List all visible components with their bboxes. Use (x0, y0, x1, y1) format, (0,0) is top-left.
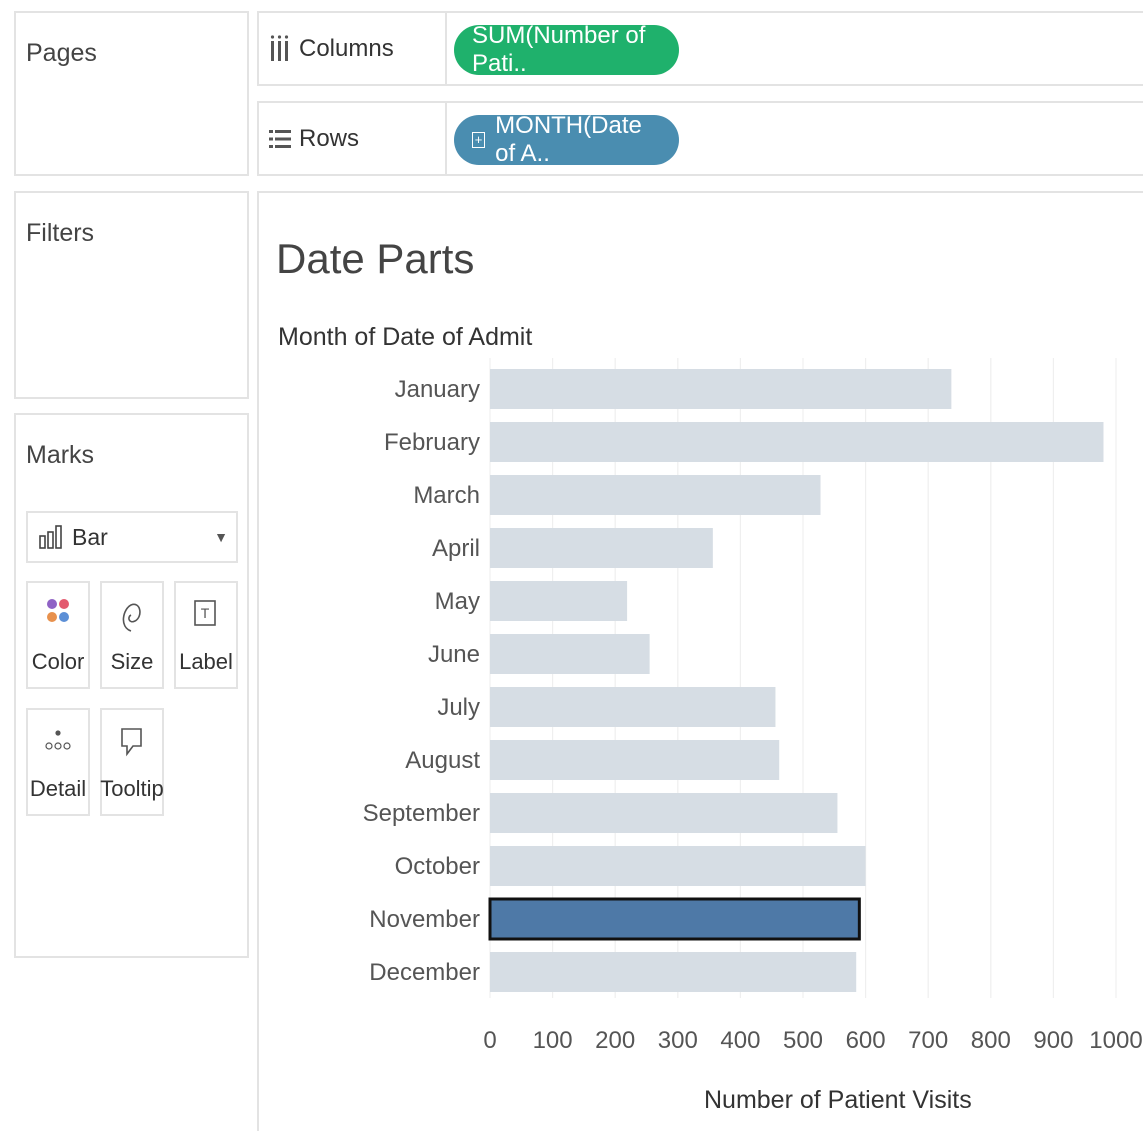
filters-title: Filters (26, 219, 95, 247)
mark-type-label: Bar (72, 523, 108, 550)
size-button[interactable]: Size (100, 581, 164, 689)
bar-april[interactable] (490, 528, 713, 568)
bar-march[interactable] (490, 475, 821, 515)
x-tick-label: 700 (908, 1027, 948, 1054)
bar-september[interactable] (490, 793, 838, 833)
text-label-icon: T (194, 600, 216, 626)
tooltip-button[interactable]: Tooltip (100, 708, 164, 816)
mark-type-dropdown[interactable]: Bar ▼ (26, 511, 238, 563)
category-label-november[interactable]: November (369, 906, 480, 933)
svg-text:T: T (201, 605, 210, 621)
columns-shelf[interactable]: Columns SUM(Number of Pati.. (257, 11, 1143, 86)
category-label-june[interactable]: June (428, 641, 480, 668)
detail-button[interactable]: Detail (26, 708, 90, 816)
category-label-february[interactable]: February (384, 429, 480, 456)
bar-december[interactable] (490, 952, 857, 992)
category-label-august[interactable]: August (405, 747, 480, 774)
bar-february[interactable] (490, 422, 1104, 462)
rows-pill[interactable]: + MONTH(Date of A.. (454, 112, 679, 167)
x-tick-label: 600 (846, 1027, 886, 1054)
tooltip-icon (121, 728, 142, 757)
x-tick-label: 200 (595, 1027, 635, 1054)
bar-october[interactable] (490, 846, 866, 886)
size-label: Size (110, 649, 154, 674)
marks-card: Marks Bar ▼ Color Size T Label Detail To… (14, 413, 249, 958)
rows-shelf-label: Rows (259, 103, 447, 174)
filters-card[interactable]: Filters (14, 191, 249, 399)
bar-november[interactable] (488, 897, 861, 941)
category-label-july[interactable]: July (437, 694, 480, 721)
color-button[interactable]: Color (26, 581, 90, 689)
pages-title: Pages (26, 39, 97, 67)
bar-january[interactable] (490, 369, 952, 409)
detail-label: Detail (29, 776, 87, 801)
bar-chart-icon (39, 525, 62, 549)
pages-card: Pages (14, 11, 249, 176)
category-label-april[interactable]: April (432, 535, 480, 562)
x-tick-label: 300 (658, 1027, 698, 1054)
detail-dots-icon (45, 730, 71, 750)
tooltip-label: Tooltip (100, 776, 164, 801)
category-label-december[interactable]: December (369, 959, 480, 986)
bar-august[interactable] (490, 740, 780, 780)
columns-shelf-label: Columns (259, 13, 447, 84)
rows-icon (269, 129, 291, 148)
expand-plus-icon[interactable]: + (472, 132, 486, 148)
x-tick-label: 100 (533, 1027, 573, 1054)
x-tick-label: 800 (971, 1027, 1011, 1054)
category-label-october[interactable]: October (395, 853, 480, 880)
x-tick-label: 400 (720, 1027, 760, 1054)
color-dots-icon (47, 599, 69, 622)
category-label-may[interactable]: May (435, 588, 480, 615)
category-label-september[interactable]: September (363, 800, 480, 827)
marks-title: Marks (26, 441, 95, 469)
x-tick-label: 0 (483, 1027, 496, 1054)
category-label-january[interactable]: January (395, 376, 480, 403)
x-tick-label: 900 (1033, 1027, 1073, 1054)
view-area: Date Parts Month of Date of Admit 0 100 20… (257, 191, 1143, 1131)
bar-july[interactable] (490, 687, 776, 727)
columns-icon (270, 34, 289, 61)
color-label: Color (31, 649, 85, 674)
x-axis-title: Number of Patient Visits (704, 1086, 972, 1114)
bar-chart: 0 100 200 300 400 500 600 700 800 900 1000 January F… (363, 358, 1143, 1054)
bar-june[interactable] (490, 634, 650, 674)
label-label: Label (179, 649, 233, 674)
chevron-down-icon[interactable]: ▼ (214, 529, 228, 545)
bar-may[interactable] (490, 581, 628, 621)
size-icon (122, 603, 141, 632)
x-tick-label: 1000 (1089, 1027, 1142, 1054)
x-tick-label: 500 (783, 1027, 823, 1054)
category-label-march[interactable]: March (413, 482, 480, 509)
columns-pill[interactable]: SUM(Number of Pati.. (454, 22, 679, 77)
rows-shelf[interactable]: Rows + MONTH(Date of A.. (257, 101, 1143, 176)
label-button[interactable]: T Label (174, 581, 238, 689)
